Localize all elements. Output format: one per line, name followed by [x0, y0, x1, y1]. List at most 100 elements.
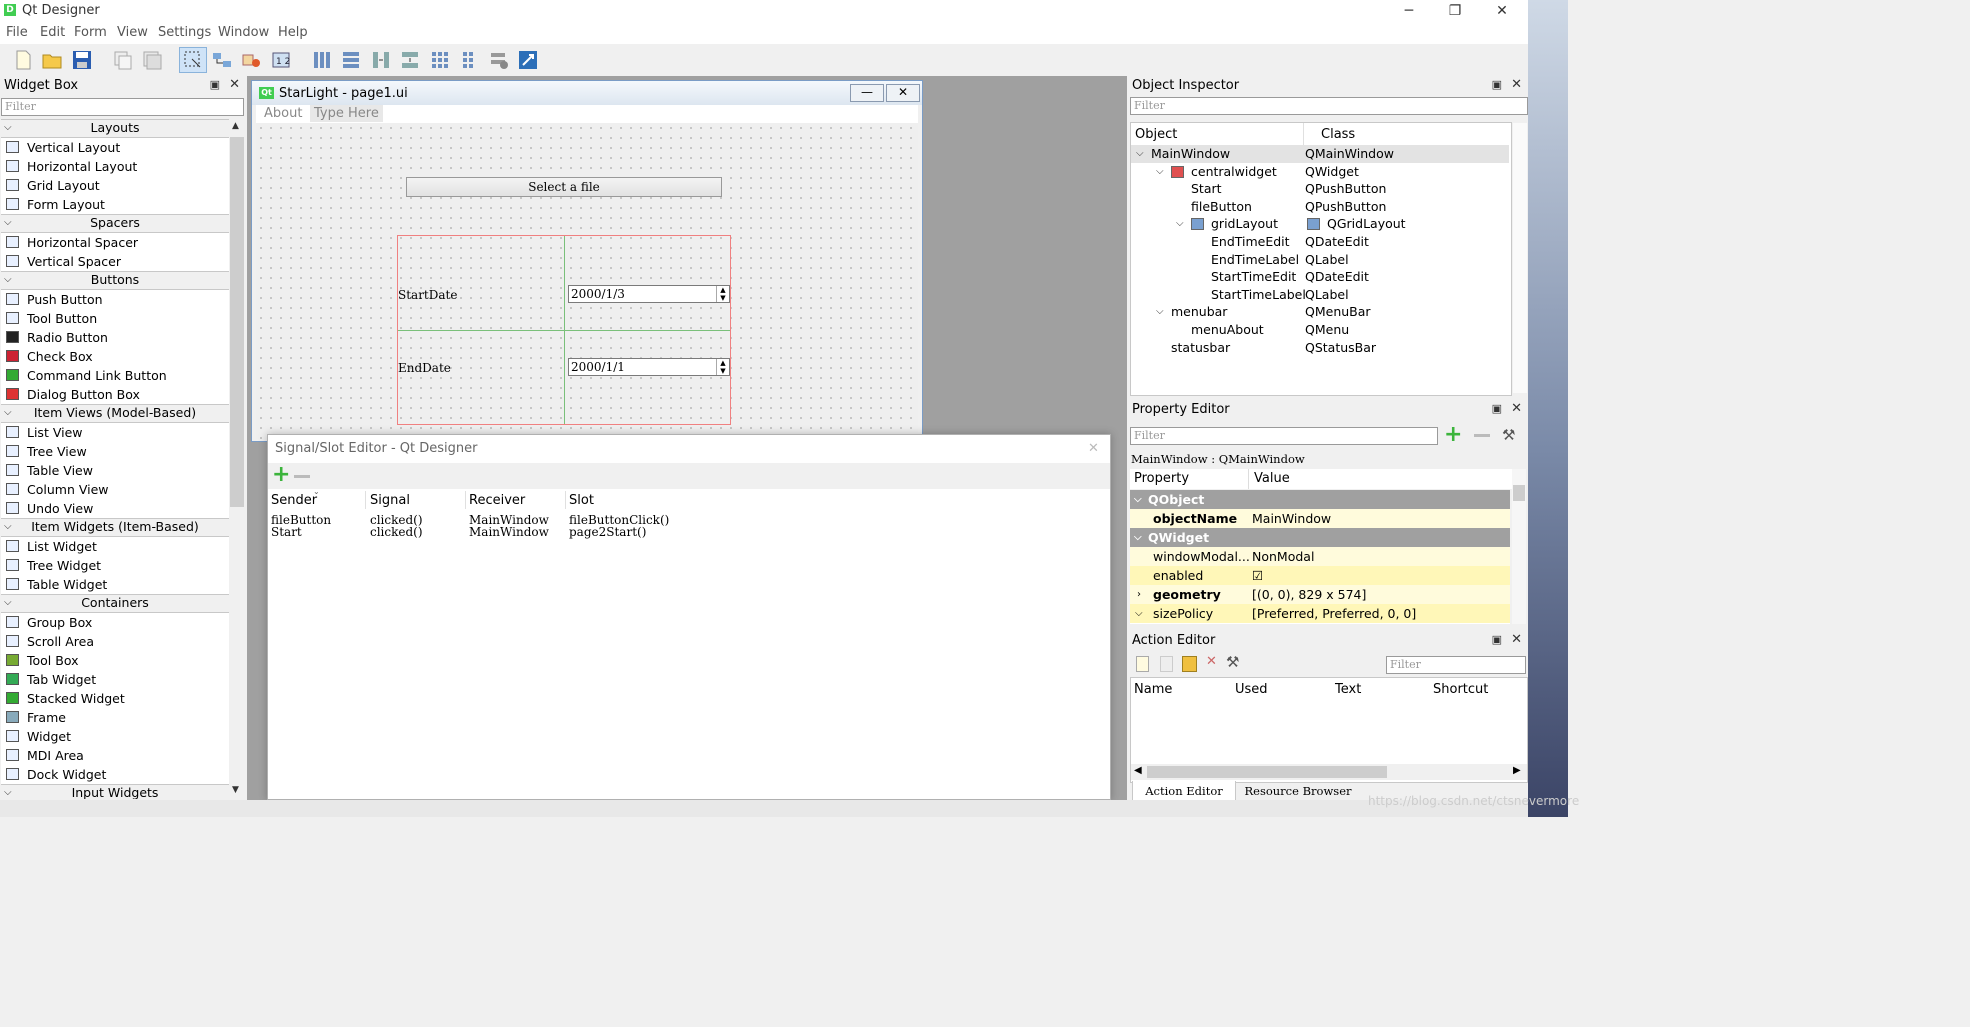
table-row[interactable]: Start clicked() MainWindow page2Start()	[269, 525, 1107, 539]
property-scrollbar-thumb[interactable]	[1513, 485, 1525, 501]
widget-item-scroll-area[interactable]: Scroll Area	[1, 632, 229, 651]
category-containers[interactable]: ⌵ Containers	[1, 594, 229, 613]
category-input-widgets[interactable]: ⌵ Input Widgets	[1, 784, 229, 799]
select-file-button[interactable]: Select a file	[406, 177, 722, 197]
widget-item-list-view[interactable]: List View	[1, 423, 229, 442]
layout-h-splitter-icon[interactable]	[370, 49, 392, 71]
expand-arrow-icon[interactable]: ⌵	[4, 405, 12, 421]
close-icon[interactable]: ✕	[1088, 441, 1099, 456]
scroll-left-icon[interactable]: ◀	[1134, 765, 1142, 776]
column-header-receiver[interactable]: Receiver	[469, 493, 525, 508]
widget-item-tree-view[interactable]: Tree View	[1, 442, 229, 461]
close-button[interactable]: ✕	[1487, 2, 1517, 20]
spin-arrows-icon[interactable]: ▲ ▼	[716, 286, 729, 302]
restore-button[interactable]: ❐	[1440, 2, 1470, 20]
widget-item-stacked-widget[interactable]: Stacked Widget	[1, 689, 229, 708]
property-value-cell[interactable]: [(0, 0), 829 x 574]	[1252, 585, 1366, 604]
hscroll-thumb[interactable]	[1147, 766, 1387, 778]
column-header-name[interactable]: Name	[1134, 682, 1172, 697]
end-date-edit[interactable]: 2000/1/1 ▲ ▼	[568, 358, 730, 376]
widget-item-vertical-spacer[interactable]: Vertical Spacer	[1, 252, 229, 271]
widget-item-column-view[interactable]: Column View	[1, 480, 229, 499]
column-header-property[interactable]: Property	[1134, 471, 1189, 486]
menu-view[interactable]: View	[117, 25, 148, 40]
widget-item-group-box[interactable]: Group Box	[1, 613, 229, 632]
copy-icon[interactable]	[112, 49, 134, 71]
minimize-button[interactable]: ─	[1394, 2, 1424, 20]
widget-item-undo-view[interactable]: Undo View	[1, 499, 229, 518]
property-value-cell[interactable]: [Preferred, Preferred, 0, 0]	[1252, 604, 1416, 623]
remove-connection-icon[interactable]	[294, 475, 310, 478]
remove-property-icon[interactable]	[1474, 434, 1490, 437]
layout-grid-icon[interactable]	[429, 49, 451, 71]
expand-arrow-icon[interactable]: ›	[1137, 585, 1141, 604]
paste-icon[interactable]	[141, 49, 163, 71]
expand-arrow-icon[interactable]: ⌵	[4, 595, 12, 611]
column-header-class[interactable]: Class	[1321, 127, 1355, 142]
category-item-views-model-based[interactable]: ⌵ Item Views (Model-Based)	[1, 404, 229, 423]
collapse-arrow-icon[interactable]: ⌵	[1156, 303, 1164, 321]
delete-action-icon[interactable]: ✕	[1206, 654, 1217, 669]
column-header-text[interactable]: Text	[1335, 682, 1361, 697]
column-header-signal[interactable]: Signal	[370, 493, 410, 508]
widget-item-horizontal-layout[interactable]: Horizontal Layout	[1, 157, 229, 176]
close-icon[interactable]: ✕	[229, 77, 240, 92]
collapse-arrow-icon[interactable]: ⌵	[1134, 528, 1142, 547]
menu-settings[interactable]: Settings	[158, 25, 211, 40]
layout-vertical-icon[interactable]	[340, 49, 362, 71]
widget-box-filter-input[interactable]: Filter	[1, 98, 244, 116]
layout-horizontal-icon[interactable]	[311, 49, 333, 71]
tree-row[interactable]: EndTimeEdit QDateEdit	[1131, 233, 1509, 251]
object-inspector-filter-input[interactable]: Filter	[1130, 97, 1528, 115]
tree-row[interactable]: ⌵ gridLayout QGridLayout	[1131, 215, 1509, 233]
widget-item-form-layout[interactable]: Form Layout	[1, 195, 229, 214]
save-icon[interactable]	[71, 49, 93, 71]
property-filter-input[interactable]: Filter	[1130, 427, 1438, 445]
float-icon[interactable]: ▣	[210, 78, 220, 91]
widget-item-tree-widget[interactable]: Tree Widget	[1, 556, 229, 575]
tab-action-editor[interactable]: Action Editor	[1132, 781, 1236, 802]
widget-item-push-button[interactable]: Push Button	[1, 290, 229, 309]
open-folder-icon[interactable]	[41, 49, 63, 71]
expand-arrow-icon[interactable]: ⌵	[4, 785, 12, 799]
column-header-value[interactable]: Value	[1254, 471, 1290, 486]
form-minimize-button[interactable]: —	[850, 84, 884, 102]
menu-window[interactable]: Window	[218, 25, 269, 40]
new-action-icon[interactable]	[1136, 656, 1149, 672]
expand-arrow-icon[interactable]: ⌵	[4, 120, 12, 136]
widget-item-table-widget[interactable]: Table Widget	[1, 575, 229, 594]
property-value-cell[interactable]: MainWindow	[1252, 509, 1331, 528]
tree-row[interactable]: statusbar QStatusBar	[1131, 339, 1509, 357]
property-value-cell[interactable]: ☑	[1252, 566, 1263, 585]
widget-item-widget[interactable]: Widget	[1, 727, 229, 746]
property-row[interactable]: ⌵ sizePolicy [Preferred, Preferred, 0, 0]	[1130, 604, 1510, 624]
property-value-cell[interactable]: NonModal	[1252, 547, 1314, 566]
expand-arrow-icon[interactable]: ⌵	[4, 519, 12, 535]
start-date-edit[interactable]: 2000/1/3 ▲ ▼	[568, 285, 730, 303]
scroll-down-icon[interactable]: ▼	[232, 785, 239, 795]
form-close-button[interactable]: ✕	[886, 84, 920, 102]
close-icon[interactable]: ✕	[1511, 632, 1522, 647]
collapse-arrow-icon[interactable]: ⌵	[1136, 145, 1144, 163]
add-connection-icon[interactable]: +	[272, 463, 290, 487]
action-filter-input[interactable]: Filter	[1386, 656, 1526, 674]
collapse-arrow-icon[interactable]: ⌵	[1135, 604, 1143, 623]
widget-item-dock-widget[interactable]: Dock Widget	[1, 765, 229, 784]
property-row[interactable]: objectName MainWindow	[1130, 509, 1510, 529]
edit-buddies-icon[interactable]	[240, 49, 262, 71]
column-header-sender[interactable]: Sender	[271, 493, 317, 508]
collapse-arrow-icon[interactable]: ⌵	[1134, 490, 1142, 509]
category-layouts[interactable]: ⌵ Layouts	[1, 119, 229, 138]
expand-arrow-icon[interactable]: ⌵	[4, 272, 12, 288]
adjust-size-icon[interactable]	[517, 49, 539, 71]
tree-row[interactable]: ⌵ MainWindow QMainWindow	[1131, 145, 1509, 163]
float-icon[interactable]: ▣	[1492, 402, 1502, 415]
widget-item-vertical-layout[interactable]: Vertical Layout	[1, 138, 229, 157]
tree-row[interactable]: ⌵ centralwidget QWidget	[1131, 163, 1509, 181]
menu-file[interactable]: File	[6, 25, 28, 40]
action-table-hscrollbar[interactable]: ◀ ▶	[1131, 764, 1527, 780]
copy-action-icon[interactable]	[1160, 656, 1173, 672]
widget-item-grid-layout[interactable]: Grid Layout	[1, 176, 229, 195]
layout-v-splitter-icon[interactable]	[399, 49, 421, 71]
float-icon[interactable]: ▣	[1492, 78, 1502, 91]
